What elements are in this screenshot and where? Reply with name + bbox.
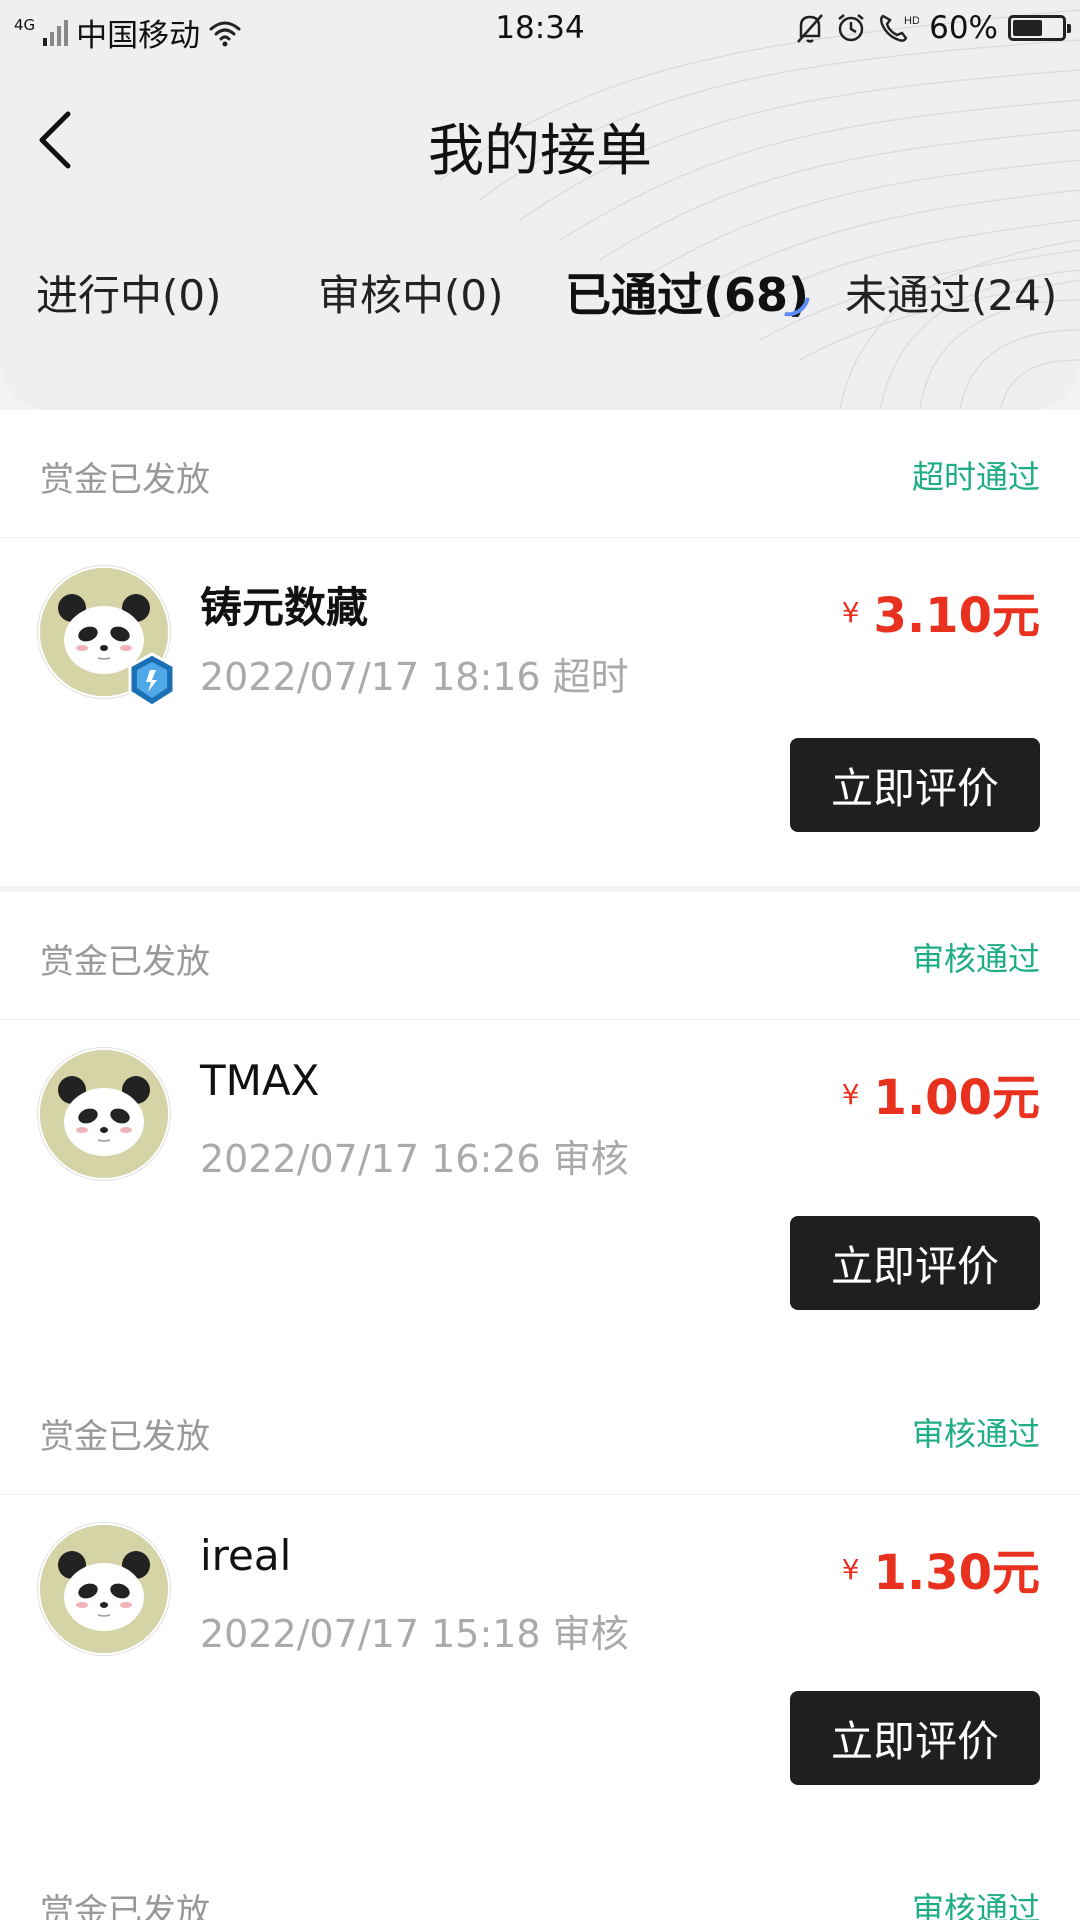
publisher-name: TMAX: [200, 1056, 320, 1105]
rate-now-button[interactable]: 立即评价: [790, 1691, 1040, 1785]
tab-approved[interactable]: 已通过(68): [565, 259, 809, 325]
tab-rejected[interactable]: 未通过(24): [845, 262, 1057, 323]
currency-unit: 元: [991, 1545, 1040, 1601]
currency-unit: 元: [991, 588, 1040, 644]
currency-unit: 元: [991, 1070, 1040, 1126]
reward-price: ¥3.10元: [842, 576, 1040, 646]
order-date: 2022/07/17 18:16 超时: [200, 655, 629, 699]
card-header: 赏金已发放 审核通过: [0, 1842, 1080, 1920]
tab-bar: 进行中(0) 审核中(0) 已通过(68) 未通过(24): [0, 262, 1080, 332]
currency-symbol: ¥: [841, 1553, 860, 1586]
reward-status: 赏金已发放: [40, 1417, 210, 1457]
battery-fill: [1013, 20, 1042, 36]
review-result: 审核通过: [911, 1415, 1040, 1453]
order-card: 赏金已发放 审核通过 ireal 2022/07/17 15:18 审核 ¥ 1…: [0, 1367, 1080, 1843]
avatar[interactable]: [38, 566, 176, 708]
page-title: 我的接单: [428, 119, 652, 184]
reward-amount: 1.00: [873, 1070, 992, 1126]
card-header: 赏金已发放 审核通过: [0, 1367, 1080, 1495]
card-header: 赏金已发放 超时通过: [0, 410, 1080, 538]
review-result: 审核通过: [911, 1890, 1040, 1920]
order-card: 赏金已发放 审核通过: [0, 1842, 1080, 1920]
card-body: TMAX 2022/07/17 16:26 审核 ¥1.00元 立即评价: [0, 1020, 1080, 1368]
order-date: 2022/07/17 15:18 审核: [200, 1612, 629, 1656]
card-header: 赏金已发放 审核通过: [0, 892, 1080, 1020]
currency-symbol: ¥: [841, 1078, 860, 1111]
svg-text:HD: HD: [904, 15, 919, 27]
review-result: 超时通过: [911, 458, 1040, 496]
battery-icon: [1008, 15, 1071, 41]
reward-price: ¥1.30元: [842, 1533, 1040, 1603]
order-card: 赏金已发放 超时通过 铸元数藏 2022/07/17 18:16 超时 ¥ 3.…: [0, 410, 1080, 886]
hd-call-icon: HD: [880, 14, 919, 42]
publisher-name: 铸元数藏: [200, 583, 369, 632]
currency-symbol: ¥: [841, 596, 860, 629]
reward-status: 赏金已发放: [40, 1892, 210, 1920]
reward-amount: 3.10: [873, 588, 992, 644]
panda-avatar-icon: [40, 1050, 168, 1178]
card-body: 铸元数藏 2022/07/17 18:16 超时 ¥3.10元 立即评价: [0, 538, 1080, 886]
avatar[interactable]: [38, 1048, 170, 1180]
reward-amount: 1.30: [873, 1545, 992, 1601]
publisher-name: ireal: [200, 1531, 292, 1580]
alarm-icon: [838, 14, 864, 42]
review-result: 审核通过: [911, 940, 1040, 978]
order-card: 赏金已发放 审核通过 TMAX 2022/07/17 16:26 审核 ¥ 1.…: [0, 892, 1080, 1368]
status-bar: 4G 中国移动 18:34 HD 60%: [0, 0, 1080, 58]
reward-price: ¥1.00元: [842, 1058, 1040, 1128]
verified-badge-icon: [128, 652, 176, 708]
status-right: HD 60%: [795, 10, 1071, 46]
header-wave-decoration: [440, 9, 1080, 410]
card-body: ireal 2022/07/17 15:18 审核 ¥1.30元 立即评价: [0, 1495, 1080, 1843]
order-date: 2022/07/17 16:26 审核: [200, 1137, 629, 1181]
header: 4G 中国移动 18:34 HD 60% 我的接单 进行中(0) 审核中(0) …: [0, 0, 1080, 410]
battery-percent: 60%: [929, 10, 998, 46]
mute-bell-icon: [797, 14, 824, 43]
panda-avatar-icon: [40, 1525, 168, 1653]
tab-in-progress[interactable]: 进行中(0): [36, 262, 222, 323]
nav-bar: 我的接单: [0, 90, 1080, 190]
screen: 4G 中国移动 18:34 HD 60% 我的接单 进行中(0) 审核中(0) …: [0, 0, 1080, 1920]
rate-now-button[interactable]: 立即评价: [790, 1216, 1040, 1310]
reward-status: 赏金已发放: [40, 460, 210, 500]
rate-now-button[interactable]: 立即评价: [790, 738, 1040, 832]
reward-status: 赏金已发放: [40, 942, 210, 982]
avatar[interactable]: [38, 1523, 170, 1655]
tab-under-review[interactable]: 审核中(0): [318, 262, 504, 323]
